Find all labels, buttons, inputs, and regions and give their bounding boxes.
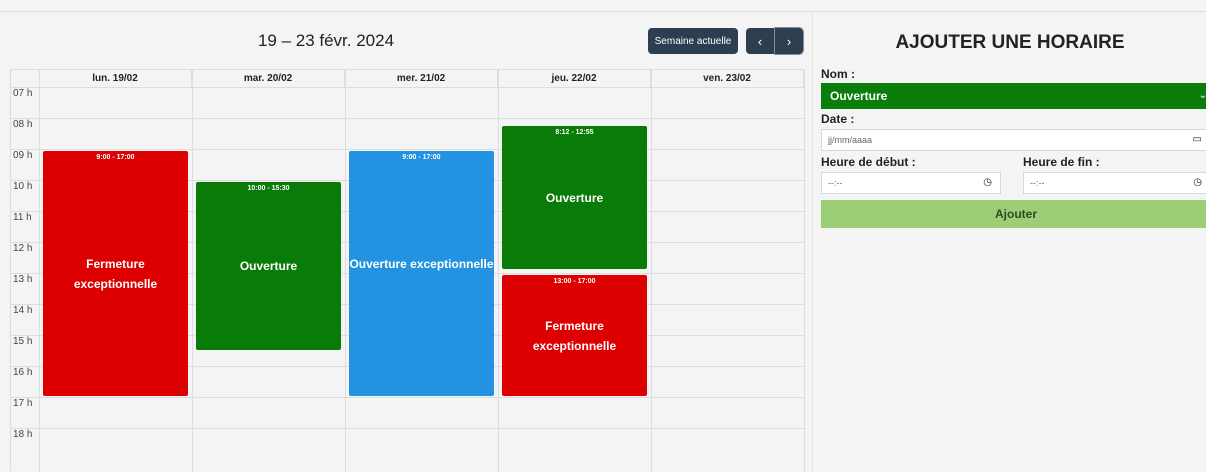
calendar-title: 19 – 23 févr. 2024 <box>257 31 395 50</box>
day-header-thu: jeu. 22/02 <box>498 70 651 87</box>
hour-row[interactable]: 07 h <box>11 87 805 118</box>
hour-label: 14 h <box>13 305 33 316</box>
start-time-input[interactable]: --:-- ◷ <box>821 172 1001 194</box>
name-select-value: Ouverture <box>830 89 888 103</box>
day-header-wed: mer. 21/02 <box>345 70 498 87</box>
day-column-divider <box>39 70 40 472</box>
hour-label: 16 h <box>13 367 33 378</box>
hour-row[interactable]: 17 h <box>11 397 805 428</box>
event-block[interactable]: 10:00 - 15:30 Ouverture <box>196 182 341 350</box>
day-column-divider <box>804 70 805 472</box>
hour-label: 18 h <box>13 429 33 440</box>
end-time-input[interactable]: --:-- ◷ <box>1023 172 1206 194</box>
top-border <box>0 0 1206 12</box>
day-header-fri: ven. 23/02 <box>651 70 804 87</box>
previous-week-button[interactable]: ‹ <box>746 28 774 54</box>
event-time: 9:00 - 17:00 <box>402 154 441 161</box>
event-time: 10:00 - 15:30 <box>247 185 290 192</box>
hour-label: 10 h <box>13 181 33 192</box>
name-select[interactable]: Ouverture ⌄ <box>821 83 1206 109</box>
start-time-label: Heure de début : <box>821 155 916 169</box>
hour-label: 13 h <box>13 274 33 285</box>
date-input[interactable]: jj/mm/aaaa ▭ <box>821 129 1206 151</box>
add-button[interactable]: Ajouter <box>821 200 1206 228</box>
event-block[interactable]: 9:00 - 17:00 Ouverture exceptionnelle <box>349 151 494 396</box>
event-title: Ouverture exceptionnelle <box>349 256 494 271</box>
hour-label: 17 h <box>13 398 33 409</box>
hour-row[interactable]: 18 h <box>11 428 805 459</box>
day-header-mon: lun. 19/02 <box>39 70 192 87</box>
date-label: Date : <box>821 112 855 126</box>
event-time: 8:12 - 12:55 <box>555 129 594 137</box>
event-title: Ouverture <box>239 258 298 273</box>
hour-row[interactable]: 08 h <box>11 118 805 149</box>
current-week-button[interactable]: Semaine actuelle <box>648 28 738 54</box>
calendar: 19 – 23 févr. 2024 Semaine actuelle ‹ › … <box>0 13 808 472</box>
clock-icon[interactable]: ◷ <box>1193 173 1202 193</box>
panel-title: AJOUTER UNE HORAIRE <box>895 32 1125 53</box>
event-block[interactable]: 9:00 - 17:00 Fermeture exceptionnelle <box>43 151 188 396</box>
hour-label: 15 h <box>13 336 33 347</box>
event-block[interactable]: 13:00 - 17:00 Fermeture exceptionnelle <box>502 275 647 396</box>
end-time-placeholder: --:-- <box>1030 178 1045 188</box>
hour-label: 12 h <box>13 243 33 254</box>
day-column-divider <box>498 70 499 472</box>
hour-label: 09 h <box>13 150 33 161</box>
event-block[interactable]: 8:12 - 12:55 Ouverture <box>502 126 647 270</box>
page: 19 – 23 févr. 2024 Semaine actuelle ‹ › … <box>0 13 1206 472</box>
day-column-divider <box>345 70 346 472</box>
event-title: Fermeture exceptionnelle <box>532 318 617 353</box>
event-time: 9:00 - 17:00 <box>96 154 135 161</box>
end-time-label: Heure de fin : <box>1023 155 1100 169</box>
day-column-divider <box>192 70 193 472</box>
add-schedule-panel: AJOUTER UNE HORAIRE Nom : Ouverture ⌄ Da… <box>812 13 1206 471</box>
chevron-right-icon: › <box>786 33 792 49</box>
day-header-tue: mar. 20/02 <box>192 70 345 87</box>
hour-label: 11 h <box>13 212 32 223</box>
week-grid[interactable]: lun. 19/02 mar. 20/02 mer. 21/02 jeu. 22… <box>10 69 805 472</box>
event-time: 13:00 - 17:00 <box>553 278 596 285</box>
hour-label: 08 h <box>13 119 33 130</box>
hour-label: 07 h <box>13 88 33 99</box>
calendar-icon[interactable]: ▭ <box>1193 130 1202 150</box>
chevron-down-icon: ⌄ <box>1198 90 1206 101</box>
day-column-divider <box>651 70 652 472</box>
event-title: Ouverture <box>545 190 604 205</box>
name-label: Nom : <box>821 67 855 81</box>
event-title: Fermeture exceptionnelle <box>73 256 158 291</box>
date-placeholder: jj/mm/aaaa <box>828 135 873 145</box>
clock-icon[interactable]: ◷ <box>983 173 992 193</box>
chevron-left-icon: ‹ <box>757 33 763 49</box>
start-time-placeholder: --:-- <box>828 178 843 188</box>
next-week-button[interactable]: › <box>774 27 804 55</box>
